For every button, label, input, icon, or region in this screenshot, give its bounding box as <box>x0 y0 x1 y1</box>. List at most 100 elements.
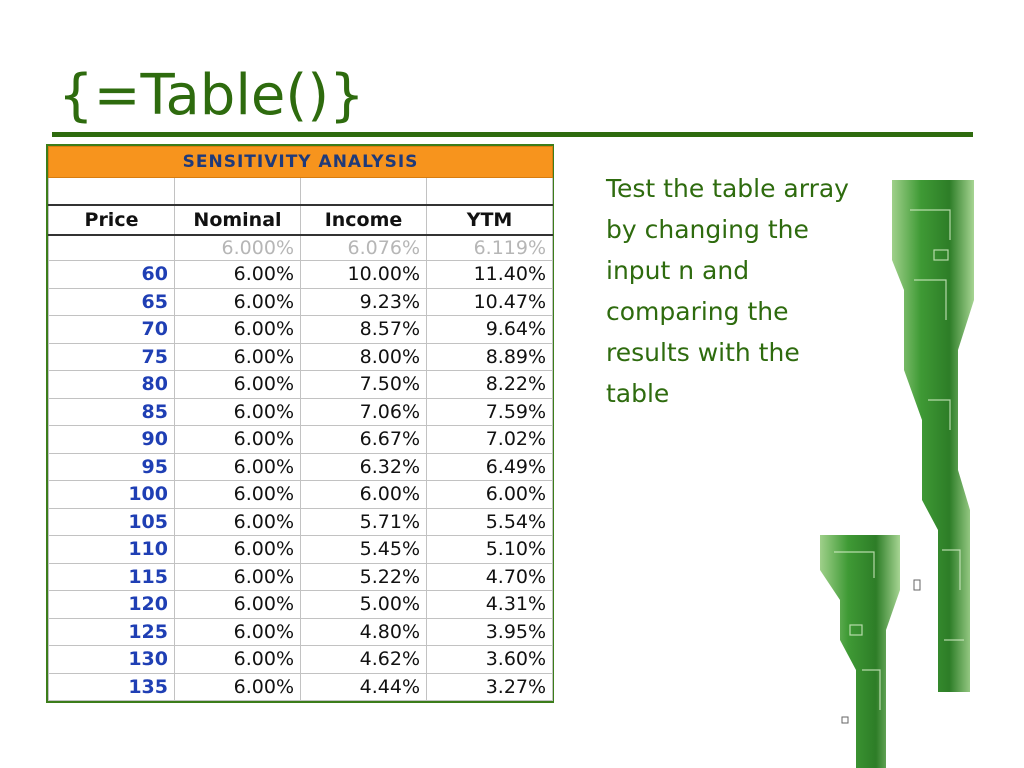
table-row: 60 6.00% 10.00% 11.40% <box>48 260 554 289</box>
value-cell: 6.00% <box>174 535 301 564</box>
value-cell: 6.00% <box>174 452 301 481</box>
reference-cell: 6.076% <box>300 234 427 261</box>
value-cell: 6.00% <box>174 480 301 509</box>
reference-cell <box>48 234 175 261</box>
value-cell: 3.95% <box>425 617 554 646</box>
price-cell: 95 <box>48 452 175 481</box>
value-cell: 6.00% <box>174 672 301 701</box>
value-cell: 3.27% <box>425 672 554 701</box>
table-row: 125 6.00% 4.80% 3.95% <box>48 617 554 646</box>
table-row: 95 6.00% 6.32% 6.49% <box>48 452 554 481</box>
price-cell: 125 <box>48 617 175 646</box>
price-cell: 135 <box>48 672 175 701</box>
price-cell: 110 <box>48 535 175 564</box>
price-cell: 120 <box>48 590 175 619</box>
value-cell: 6.00% <box>174 425 301 454</box>
value-cell: 6.00% <box>425 480 554 509</box>
sensitivity-table: SENSITIVITY ANALYSIS Price Nominal Incom… <box>46 144 554 703</box>
price-cell: 90 <box>48 425 175 454</box>
table-row: 75 6.00% 8.00% 8.89% <box>48 342 554 371</box>
price-cell: 80 <box>48 370 175 399</box>
title-divider <box>52 132 973 137</box>
table-row: 110 6.00% 5.45% 5.10% <box>48 535 554 564</box>
value-cell: 6.00% <box>300 480 427 509</box>
value-cell: 7.02% <box>425 425 554 454</box>
value-cell: 4.80% <box>300 617 427 646</box>
price-cell: 130 <box>48 645 175 674</box>
value-cell: 5.10% <box>425 535 554 564</box>
reference-cell: 6.000% <box>174 234 301 261</box>
column-header-nominal: Nominal <box>174 204 301 236</box>
table-row: 130 6.00% 4.62% 3.60% <box>48 645 554 674</box>
value-cell: 6.00% <box>174 507 301 536</box>
circuit-strip <box>892 180 974 692</box>
value-cell: 9.64% <box>425 315 554 344</box>
table-banner-row: SENSITIVITY ANALYSIS <box>47 146 554 178</box>
table-row: 135 6.00% 4.44% 3.27% <box>48 672 554 701</box>
table-row: 120 6.00% 5.00% 4.31% <box>48 590 554 619</box>
price-cell: 85 <box>48 397 175 426</box>
reference-cell: 6.119% <box>425 234 554 261</box>
value-cell: 6.00% <box>174 287 301 316</box>
circuit-decoration <box>820 180 974 768</box>
column-header-price: Price <box>48 204 175 236</box>
price-cell: 70 <box>48 315 175 344</box>
value-cell: 6.00% <box>174 397 301 426</box>
value-cell: 7.50% <box>300 370 427 399</box>
table-reference-row: 6.000% 6.076% 6.119% <box>48 234 554 261</box>
table-row: 100 6.00% 6.00% 6.00% <box>48 480 554 509</box>
value-cell: 4.70% <box>425 562 554 591</box>
value-cell: 5.71% <box>300 507 427 536</box>
table-row: 65 6.00% 9.23% 10.47% <box>48 287 554 316</box>
table-header-row: Price Nominal Income YTM <box>48 204 554 236</box>
value-cell: 6.00% <box>174 342 301 371</box>
table-row: 80 6.00% 7.50% 8.22% <box>48 370 554 399</box>
table-row: 85 6.00% 7.06% 7.59% <box>48 397 554 426</box>
value-cell: 8.22% <box>425 370 554 399</box>
value-cell: 11.40% <box>425 260 554 289</box>
value-cell: 6.00% <box>174 617 301 646</box>
price-cell: 105 <box>48 507 175 536</box>
column-header-income: Income <box>300 204 427 236</box>
value-cell: 4.62% <box>300 645 427 674</box>
value-cell: 5.45% <box>300 535 427 564</box>
value-cell: 8.89% <box>425 342 554 371</box>
value-cell: 9.23% <box>300 287 427 316</box>
value-cell: 4.31% <box>425 590 554 619</box>
value-cell: 3.60% <box>425 645 554 674</box>
price-cell: 75 <box>48 342 175 371</box>
table-row: 105 6.00% 5.71% 5.54% <box>48 507 554 536</box>
table-body: 60 6.00% 10.00% 11.40% 65 6.00% 9.23% 10.47% 70 6… <box>48 260 554 701</box>
value-cell: 8.57% <box>300 315 427 344</box>
value-cell: 4.44% <box>300 672 427 701</box>
value-cell: 6.32% <box>300 452 427 481</box>
price-cell: 65 <box>48 287 175 316</box>
value-cell: 6.00% <box>174 645 301 674</box>
value-cell: 6.00% <box>174 260 301 289</box>
table-row: 115 6.00% 5.22% 4.70% <box>48 562 554 591</box>
table-row: 70 6.00% 8.57% 9.64% <box>48 315 554 344</box>
table-banner: SENSITIVITY ANALYSIS <box>47 146 554 178</box>
price-cell: 115 <box>48 562 175 591</box>
circuit-strip <box>820 535 900 768</box>
value-cell: 6.00% <box>174 315 301 344</box>
value-cell: 5.54% <box>425 507 554 536</box>
column-header-ytm: YTM <box>425 204 554 236</box>
table-row: 90 6.00% 6.67% 7.02% <box>48 425 554 454</box>
value-cell: 7.06% <box>300 397 427 426</box>
price-cell: 100 <box>48 480 175 509</box>
value-cell: 10.47% <box>425 287 554 316</box>
value-cell: 5.22% <box>300 562 427 591</box>
value-cell: 6.00% <box>174 562 301 591</box>
price-cell: 60 <box>48 260 175 289</box>
value-cell: 6.49% <box>425 452 554 481</box>
value-cell: 6.00% <box>174 590 301 619</box>
value-cell: 5.00% <box>300 590 427 619</box>
table-blank-row <box>48 177 554 206</box>
value-cell: 10.00% <box>300 260 427 289</box>
slide-title: {=Table()} <box>58 63 365 128</box>
value-cell: 8.00% <box>300 342 427 371</box>
value-cell: 6.00% <box>174 370 301 399</box>
value-cell: 6.67% <box>300 425 427 454</box>
value-cell: 7.59% <box>425 397 554 426</box>
